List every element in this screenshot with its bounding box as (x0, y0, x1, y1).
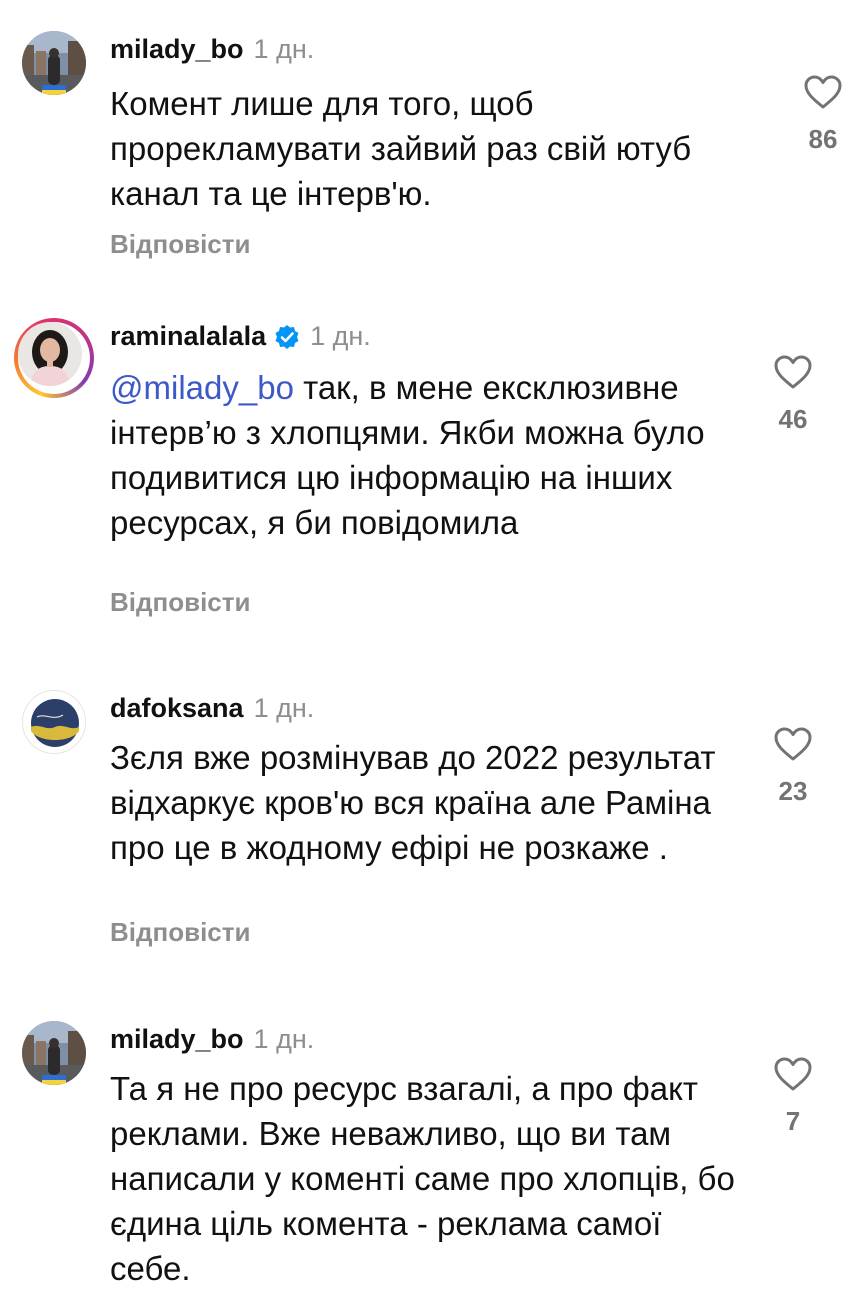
like-count: 86 (808, 124, 838, 154)
reply-button[interactable]: Відповісти (110, 587, 250, 618)
heart-outline-icon[interactable] (763, 1056, 823, 1092)
heart-outline-icon[interactable] (793, 74, 843, 110)
heart-outline-icon[interactable] (763, 726, 823, 762)
comment-time: 1 дн. (253, 34, 315, 64)
heart-outline-icon[interactable] (763, 354, 823, 390)
like-button[interactable]: 23 (763, 726, 823, 807)
reply-button[interactable]: Відповісти (110, 229, 250, 260)
like-button[interactable]: 7 (763, 1056, 823, 1137)
like-count: 46 (778, 404, 808, 434)
comment-text: @milady_bo так, в мене ексклюзивне інтер… (110, 365, 740, 545)
avatar[interactable] (22, 1021, 86, 1085)
mention-link[interactable]: @milady_bo (110, 369, 294, 406)
like-count: 23 (778, 776, 808, 806)
like-count: 7 (785, 1106, 801, 1136)
avatar[interactable] (22, 31, 86, 95)
comment-text: Зєля вже розмінував до 2022 результат ві… (110, 739, 716, 866)
avatar[interactable] (14, 318, 94, 398)
reply-button[interactable]: Відповісти (110, 917, 250, 948)
comment-text: Та я не про ресурс взагалі, а про факт р… (110, 1070, 735, 1287)
avatar[interactable] (22, 690, 86, 754)
username[interactable]: milady_bo (110, 34, 244, 65)
username[interactable]: dafoksana (110, 693, 244, 724)
username[interactable]: raminalalala (110, 321, 266, 352)
username[interactable]: milady_bo (110, 1024, 244, 1055)
verified-badge-icon (274, 324, 300, 350)
comment-time: 1 дн. (253, 693, 315, 723)
like-button[interactable]: 46 (763, 354, 823, 435)
comment-time: 1 дн. (253, 1024, 315, 1054)
comment-time: 1 дн. (310, 321, 371, 351)
comment-text: Комент лише для того, щоб прорекламувати… (110, 85, 692, 212)
like-button[interactable]: 86 (793, 74, 843, 155)
